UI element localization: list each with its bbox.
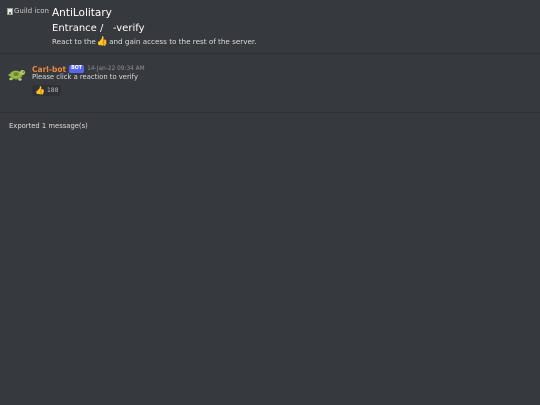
topic-text-before: React to the: [52, 37, 96, 46]
reaction-count: 188: [46, 87, 59, 94]
footer-divider: [0, 112, 540, 113]
message-group: Carl-bot BOT 14-Jan-22 09:34 AM: [0, 55, 540, 112]
reaction-thumbs-up[interactable]: 👍 188: [32, 85, 62, 96]
topic-text-after: and gain access to the rest of the serve…: [109, 37, 257, 46]
broken-image-icon: [7, 8, 13, 15]
turtle-avatar-icon[interactable]: [7, 64, 26, 83]
thumbs-up-emoji: 👍: [35, 85, 45, 95]
export-header: Guild icon AntiLolitary Entrance / -veri…: [0, 0, 540, 53]
message-content: Please click a reaction to verify: [32, 73, 138, 81]
guild-icon: Guild icon: [7, 7, 49, 16]
channel-path: Entrance / -verify: [52, 22, 144, 35]
channel-name: -verify: [112, 23, 145, 34]
guild-name: AntiLolitary: [52, 7, 112, 19]
channel-topic: React to the 👍 and gain access to the re…: [52, 36, 257, 47]
thumbs-up-emoji: 👍: [96, 36, 109, 47]
header-divider: [0, 53, 540, 54]
guild-icon-alt-text: Guild icon: [14, 7, 49, 15]
category-name: Entrance: [52, 23, 97, 34]
export-footer: Exported 1 message(s): [9, 122, 88, 130]
path-separator: /: [100, 23, 104, 34]
